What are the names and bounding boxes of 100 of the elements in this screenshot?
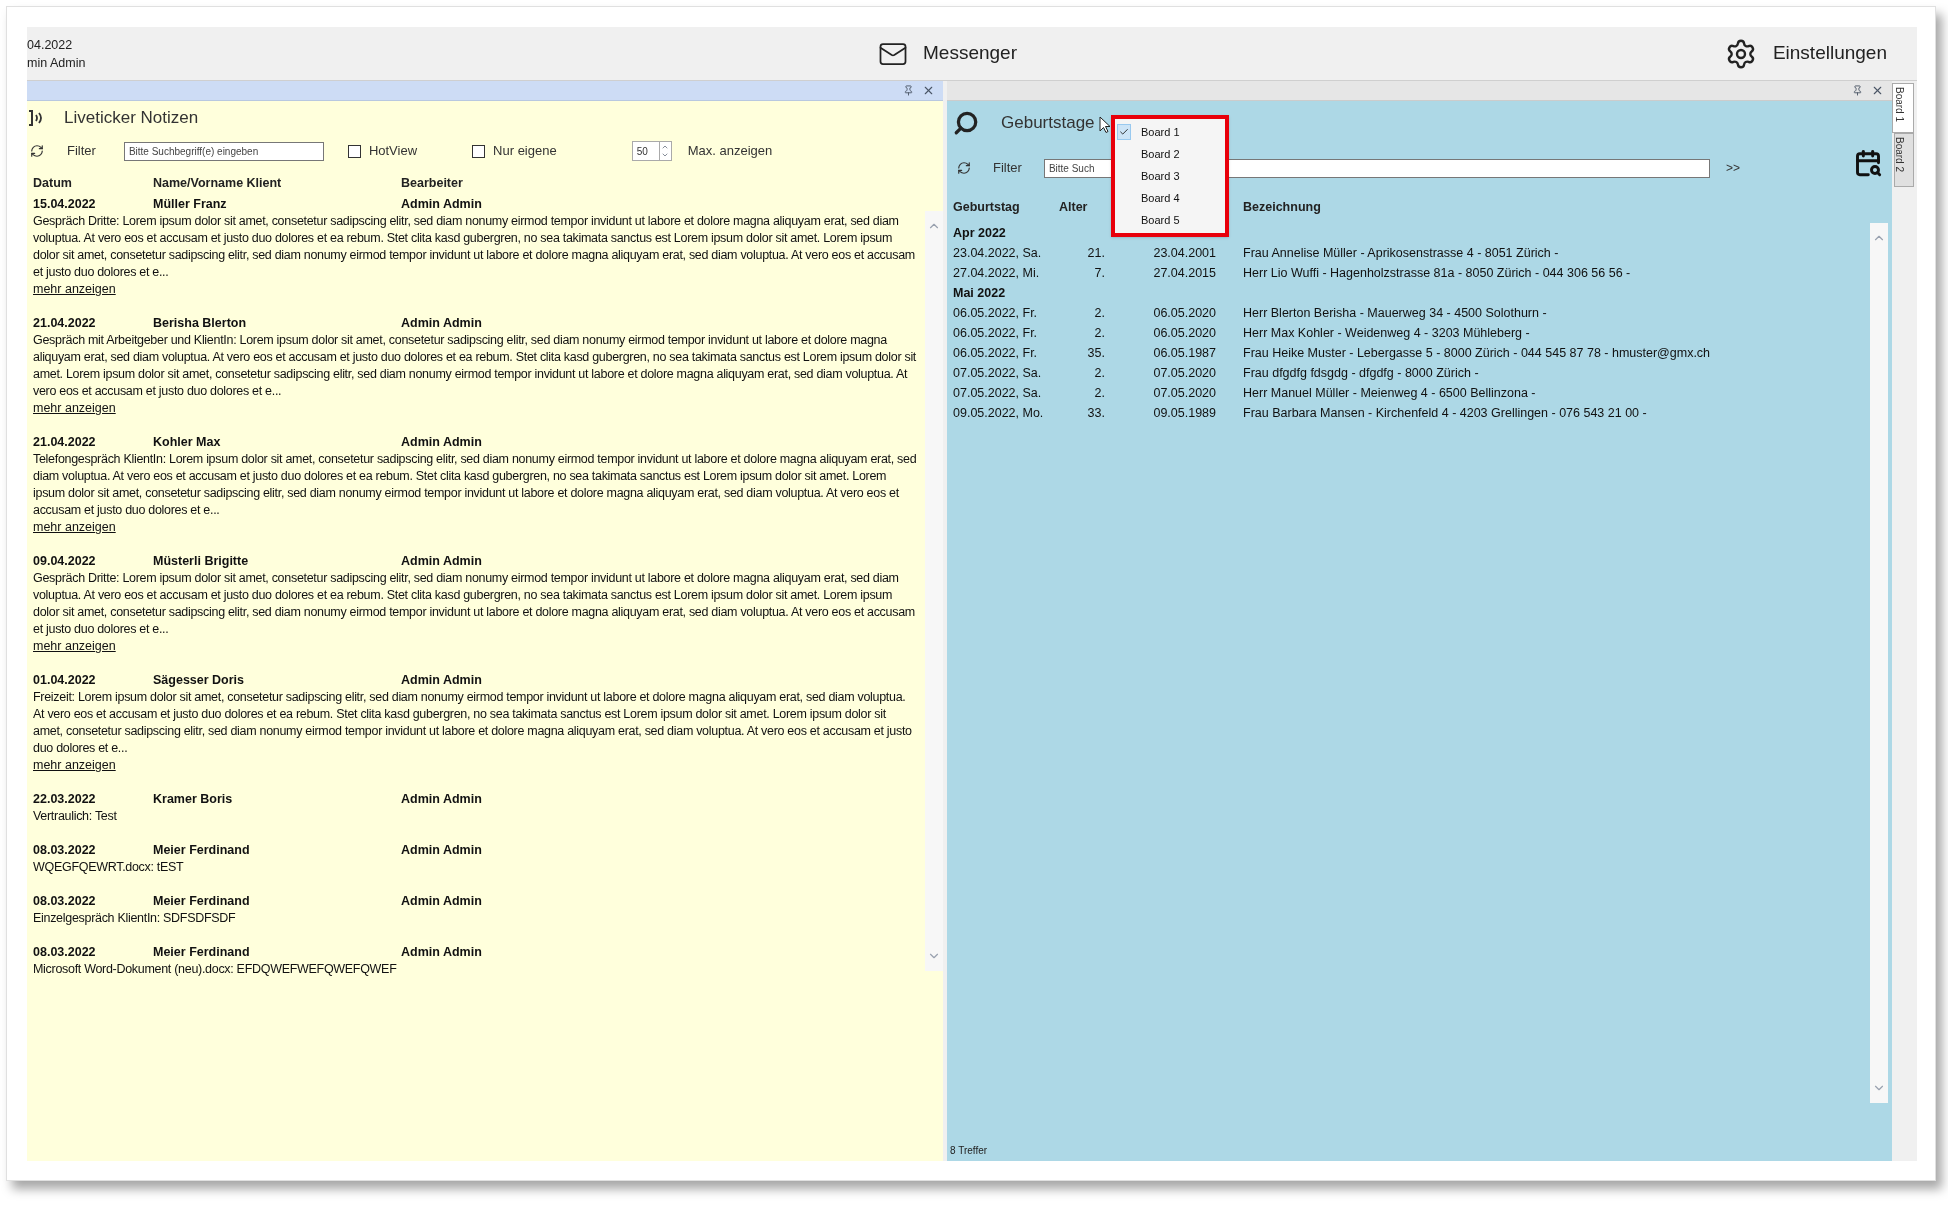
editor-name: Admin Admin: [401, 315, 482, 332]
menu-item[interactable]: Board 1: [1115, 121, 1225, 143]
pin-icon[interactable]: [903, 85, 914, 96]
table-cell-text: Herr Manuel Müller - Meienweg 4 - 6500 Bellinzona -: [1242, 385, 1537, 402]
editor-name: Admin Admin: [401, 434, 482, 451]
table-cell-text: 06.05.2020: [1152, 325, 1217, 342]
max-label: Max. anzeigen: [687, 142, 773, 161]
table-cell-text: 27.04.2022, Mi.: [953, 265, 1041, 282]
note-text: Gespräch mit Arbeitgeber und KlientIn: Lorem ipsum dolor sit amet, consetetur sadipscing elitr, sed diam nonumy eirmod tempor invidunt ut labore et dolore magna aliquyam erat, sed diam voluptua. At vero eos et accusam et justo duo dolores et ea rebum. Stet clita kasd gubergren, no sea takimata sanctus est Lorem ipsum dolor sit amet. Lorem ipsum dolor sit amet, consetetur sadipscing elitr, sed diam nonumy eirmod tempor invidunt ut labore et dolore magna aliquyam erat, sed diam voluptua. At vero eos et accusam et justo duo dolores et e...: [33, 332, 917, 400]
entry-date: 01.04.2022: [33, 672, 97, 689]
spin-down-icon[interactable]: [661, 151, 670, 159]
show-more-link[interactable]: mehr anzeigen: [33, 400, 116, 417]
number-spinner[interactable]: 50: [631, 141, 672, 161]
table-cell-text: Herr Lio Wuffi - Hagenholzstrasse 81a - 8050 Zürich - 044 306 56 56 -: [1242, 265, 1632, 282]
checkbox[interactable]: [347, 144, 361, 158]
note-text: Gespräch Dritte: Lorem ipsum dolor sit amet, consetetur sadipscing elitr, sed diam nonumy eirmod tempor invidunt ut labore et dolore magna aliquyam erat, sed diam voluptua. At vero eos et accusam et justo duo dolores et ea rebum. Stet clita kasd gubergren, no sea takimata sanctus est Lorem ipsum dolor sit amet. Lorem ipsum dolor sit amet, consetetur sadipscing elitr, sed diam nonumy eirmod tempor invidunt ut labore et dolore magna aliquyam erat, sed diam voluptua. At vero eos et accusam et justo duo dolores et e...: [33, 570, 916, 638]
column-header: Name/Vorname Klient: [153, 175, 283, 193]
client-name: Meier Ferdinand: [153, 893, 251, 910]
messenger-button[interactable]: Messenger: [877, 38, 1017, 69]
table-cell-text: 7.: [1093, 265, 1105, 282]
table-cell-text: 06.05.2022, Fr.: [953, 325, 1039, 342]
client-name: Meier Ferdinand: [153, 944, 251, 961]
checkbox[interactable]: [472, 144, 486, 158]
pin-icon[interactable]: [1852, 85, 1863, 96]
board-tab[interactable]: Board 2: [1894, 133, 1914, 187]
close-icon[interactable]: [1871, 84, 1884, 97]
table-cell-text: Herr Max Kohler - Weidenweg 4 - 3203 Mühleberg -: [1242, 325, 1531, 342]
search-field[interactable]: Bitte Suchbegriff(e) eingeben: [123, 141, 324, 161]
show-more-link[interactable]: mehr anzeigen: [33, 638, 116, 655]
table-cell-text: 23.04.2022, Sa.: [953, 245, 1043, 262]
client-name: Müller Franz: [153, 196, 228, 213]
client-name: Müsterli Brigitte: [153, 553, 250, 570]
table-cell-text: 2.: [1093, 365, 1105, 382]
entry-date: 08.03.2022: [33, 842, 97, 859]
column-header: Bearbeiter: [401, 175, 463, 193]
note-text: Einzelgespräch KlientIn: SDFSDFSDF: [33, 910, 237, 927]
refresh-icon[interactable]: [30, 144, 44, 158]
note-text: Gespräch Dritte: Lorem ipsum dolor sit amet, consetetur sadipscing elitr, sed diam nonumy eirmod tempor invidunt ut labore et dolore magna aliquyam erat, sed diam voluptua. At vero eos et accusam et justo duo dolores et ea rebum. Stet clita kasd gubergren, no sea takimata sanctus est Lorem ipsum dolor sit amet. Lorem ipsum dolor sit amet, consetetur sadipscing elitr, sed diam nonumy eirmod tempor invidunt ut labore et dolore magna aliquyam erat, sed diam voluptua. At vero eos et accusam et justo duo dolores et e...: [33, 213, 916, 281]
entry-date: 21.04.2022: [33, 434, 97, 451]
note-text: Microsoft Word-Dokument (neu).docx: EFDQWEFWEFQWEFQWEF: [33, 961, 398, 978]
table-cell-text: 27.04.2015: [1152, 265, 1217, 282]
table-cell-text: 07.05.2022, Sa.: [953, 385, 1043, 402]
entry-date: 08.03.2022: [33, 944, 97, 961]
show-more-link[interactable]: mehr anzeigen: [33, 519, 116, 536]
table-cell-text: 06.05.2022, Fr.: [953, 345, 1039, 362]
client-name: Sägesser Doris: [153, 672, 246, 689]
table-cell-text: Frau Barbara Mansen - Kirchenfeld 4 - 4203 Grellingen - 076 543 21 00 -: [1242, 405, 1648, 422]
show-more-link[interactable]: mehr anzeigen: [33, 281, 116, 298]
calendar-search-icon[interactable]: [1854, 149, 1882, 177]
board-tab[interactable]: Board 1: [1892, 83, 1914, 133]
entry-date: 09.04.2022: [33, 553, 97, 570]
entry-date: 21.04.2022: [33, 315, 97, 332]
table-cell-text: 35.: [1086, 345, 1105, 362]
table-cell-text: Frau Heike Muster - Lebergasse 5 - 8000 Zürich - 044 545 87 78 - hmuster@gmx.ch: [1242, 345, 1712, 362]
column-header: Alter: [1059, 199, 1089, 217]
result-count: 8 Treffer: [950, 1143, 988, 1158]
menu-item[interactable]: Board 4: [1115, 187, 1225, 209]
note-text: Vertraulich: Test: [33, 808, 118, 825]
note-text: Telefongespräch KlientIn: Lorem ipsum dolor sit amet, consetetur sadipscing elitr, sed diam nonumy eirmod tempor invidunt ut labore et dolore magna aliquyam erat, sed diam voluptua. At vero eos et accusam et justo duo dolores et ea rebum. Stet clita kasd gubergren, no sea takimata sanctus est Lorem ipsum dolor sit amet. Lorem ipsum dolor sit amet, consetetur sadipscing elitr, sed diam nonumy eirmod tempor invidunt ut labore et dolore magna aliquyam erat, sed diam voluptua. At vero eos et accusam et justo duo dolores et e...: [33, 451, 917, 519]
table-cell-text: 06.05.1987: [1152, 345, 1217, 362]
table-cell-text: 06.05.2020: [1152, 305, 1217, 322]
show-more-link[interactable]: mehr anzeigen: [33, 757, 116, 774]
editor-name: Admin Admin: [401, 893, 482, 910]
panel-title: Geburtstage: [1001, 112, 1095, 135]
entry-date: 22.03.2022: [33, 791, 97, 808]
table-cell-text: 33.: [1086, 405, 1105, 422]
close-icon[interactable]: [922, 84, 935, 97]
month-heading: Apr 2022: [953, 225, 1006, 242]
date-text: 04.2022: [27, 36, 74, 54]
entry-date: 15.04.2022: [33, 196, 97, 213]
settings-button[interactable]: Einstellungen: [1724, 37, 1887, 70]
editor-name: Admin Admin: [401, 842, 482, 859]
table-cell-text: 09.05.2022, Mo.: [953, 405, 1045, 422]
menu-item[interactable]: Board 5: [1115, 209, 1225, 231]
table-cell-text: Frau Annelise Müller - Aprikosenstrasse 4 - 8051 Zürich -: [1242, 245, 1560, 262]
client-name: Meier Ferdinand: [153, 842, 251, 859]
table-cell-text: 07.05.2020: [1152, 365, 1217, 382]
table-cell-text: Herr Blerton Berisha - Mauerweg 34 - 4500 Solothurn -: [1242, 305, 1548, 322]
editor-name: Admin Admin: [401, 672, 482, 689]
note-text: WQEGFQEWRT.docx: tEST: [33, 859, 185, 876]
refresh-icon[interactable]: [957, 161, 971, 175]
checkbox-option[interactable]: Nur eigene: [472, 141, 557, 161]
entry-date: 08.03.2022: [33, 893, 97, 910]
table-cell-text: 2.: [1093, 305, 1105, 322]
spin-up-icon[interactable]: [661, 143, 670, 151]
column-header: Bezeichnung: [1242, 199, 1322, 217]
editor-name: Admin Admin: [401, 944, 482, 961]
scrollbar[interactable]: [925, 211, 943, 971]
column-header: Datum: [33, 175, 73, 193]
checkbox-option[interactable]: HotView: [347, 141, 418, 161]
table-cell-text: 09.05.1989: [1152, 405, 1217, 422]
table-cell-text: 21.: [1086, 245, 1105, 262]
month-heading: Mai 2022: [953, 285, 1006, 302]
client-name: Kohler Max: [153, 434, 222, 451]
editor-name: Admin Admin: [401, 791, 482, 808]
note-text: Freizeit: Lorem ipsum dolor sit amet, consetetur sadipscing elitr, sed diam nonumy eirmod tempor invidunt ut labore et dolore magna aliquyam erat, sed diam voluptua. At vero eos et accusam et justo duo dolores et ea rebum. Stet clita kasd gubergren, no sea takimata sanctus est Lorem ipsum dolor sit amet. Lorem ipsum dolor sit amet, consetetur sadipscing elitr, sed diam nonumy eirmod tempor invidunt ut labore et dolore magna aliquyam erat, sed diam voluptua. At vero eos et accusam et justo duo dolores et e...: [33, 689, 913, 757]
search-icon[interactable]: [953, 110, 979, 136]
more-button[interactable]: >>: [1725, 159, 1740, 177]
scrollbar[interactable]: [1870, 223, 1888, 1103]
table-cell-text: 2.: [1093, 385, 1105, 402]
